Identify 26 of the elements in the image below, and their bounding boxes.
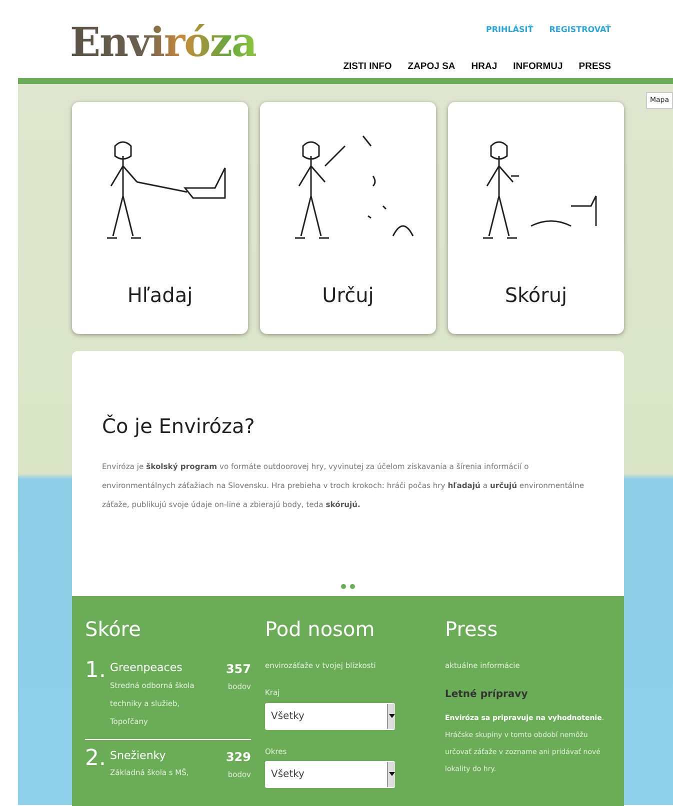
select-field[interactable]: Všetky [265,760,395,788]
nav-link[interactable]: HRAJ [471,60,498,74]
section-title: Press [445,616,499,643]
points: 357 [226,661,251,678]
step-label: Hľadaj [127,282,193,309]
nav-link[interactable]: ZISTI INFO [343,60,392,74]
nav-link[interactable]: PRESS [578,60,611,74]
dropdown-arrow-icon [388,772,394,776]
nav-link[interactable]: INFORMUJ [513,60,563,74]
carousel-dot[interactable] [350,584,355,589]
dropdown-arrow-icon [388,714,394,718]
rank-number: 1. [85,660,106,685]
nav-link[interactable]: ZAPOJ SA [408,60,456,74]
select-field[interactable]: Všetky [265,702,395,730]
intro-title: Čo je Enviróza? [102,413,256,440]
carousel-dot[interactable] [341,584,346,589]
step-label: Určuj [322,282,374,309]
step-card[interactable]: Skóruj [448,102,624,334]
step-card[interactable]: Určuj [260,102,436,334]
step-card[interactable]: Hľadaj [72,102,248,334]
section-title: Pod nosom [265,616,376,643]
step-label: Skóruj [504,282,568,309]
rank-number: 2. [85,748,106,772]
section-title: Skóre [85,616,142,643]
article-title[interactable]: Letné prípravy [445,687,611,702]
points: 329 [226,748,251,766]
